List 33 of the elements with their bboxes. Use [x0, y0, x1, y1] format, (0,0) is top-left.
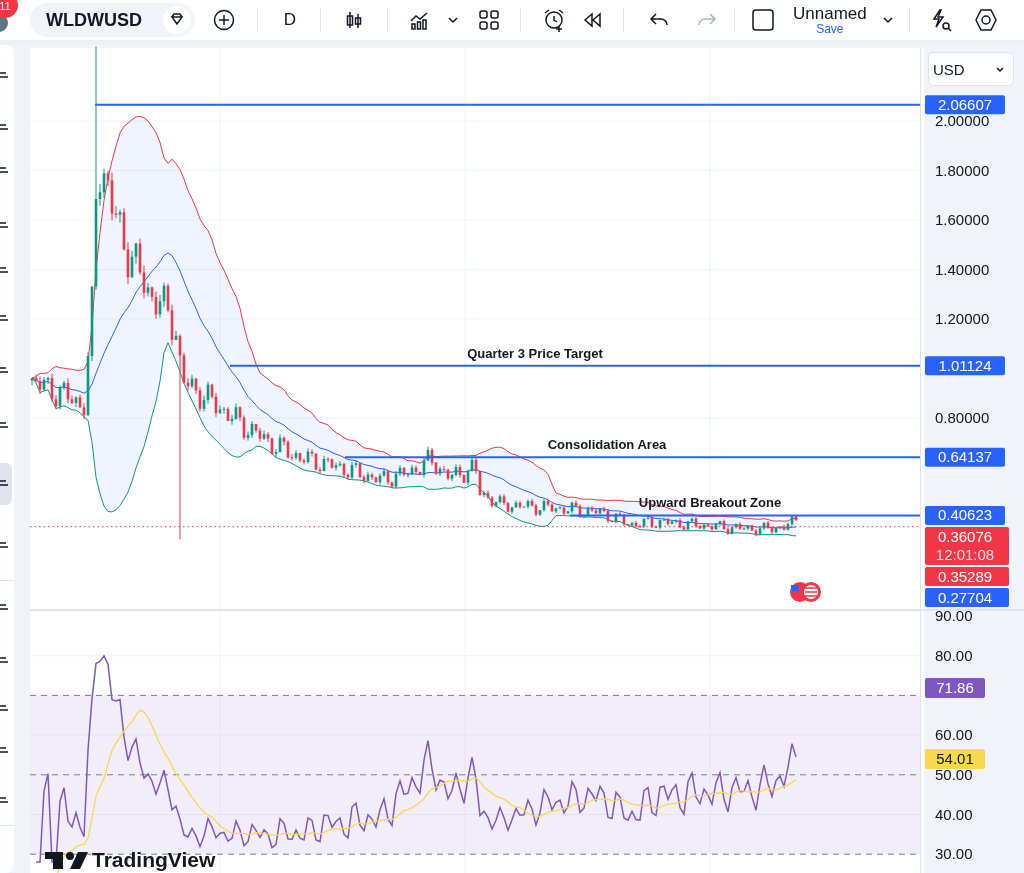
symbol-text: WLDWUSD: [46, 9, 142, 31]
rsi-axis-label: 60.00: [935, 726, 973, 744]
notification-badge: 11: [0, 0, 18, 18]
symbol-search[interactable]: WLDWUSD: [30, 3, 195, 37]
price-line-tag: 0.64137: [925, 447, 1005, 467]
currency-text: USD: [933, 60, 965, 78]
line-label: Upward Breakout Zone: [638, 495, 782, 511]
price-axis-label: 1.80000: [935, 161, 990, 179]
price-axis-label: 0.80000: [935, 409, 990, 426]
layout-name-button[interactable]: Unnamed Save: [793, 3, 867, 37]
rsi-axis-label: 30.00: [935, 845, 973, 863]
line-label: Consolidation Area: [547, 437, 667, 453]
rsi-axis-label: 90.00: [935, 607, 973, 624]
price-tag: 0.27704: [925, 587, 1009, 607]
price-tag: 0.36076 12:01:08: [925, 526, 1009, 565]
price-axis-label: 1.40000: [935, 260, 990, 278]
price-axis-label: 2.00000: [935, 112, 990, 129]
price-line-tag: 2.06607: [925, 95, 1005, 115]
rsi-axis-label: 80.00: [935, 646, 973, 664]
logo-text: TradingView: [92, 848, 216, 871]
price-tag: 0.35289: [925, 566, 1009, 586]
currency-dropdown[interactable]: USD: [928, 52, 1014, 86]
interval-button[interactable]: D: [272, 3, 308, 37]
price-line-tag: 1.01124: [925, 356, 1005, 376]
layout-name: Unnamed: [793, 5, 867, 22]
rsi-axis-label: 40.00: [935, 805, 973, 823]
save-link[interactable]: Save: [816, 23, 844, 35]
line-label: Quarter 3 Price Target: [467, 345, 603, 361]
rsi-value-tag: 54.01: [925, 748, 985, 769]
rsi-value-tag: 71.86: [925, 678, 985, 698]
price-line-tag: 0.40623: [925, 505, 1005, 525]
price-axis-label: 1.60000: [935, 211, 990, 228]
price-axis-label: 1.20000: [935, 310, 990, 327]
